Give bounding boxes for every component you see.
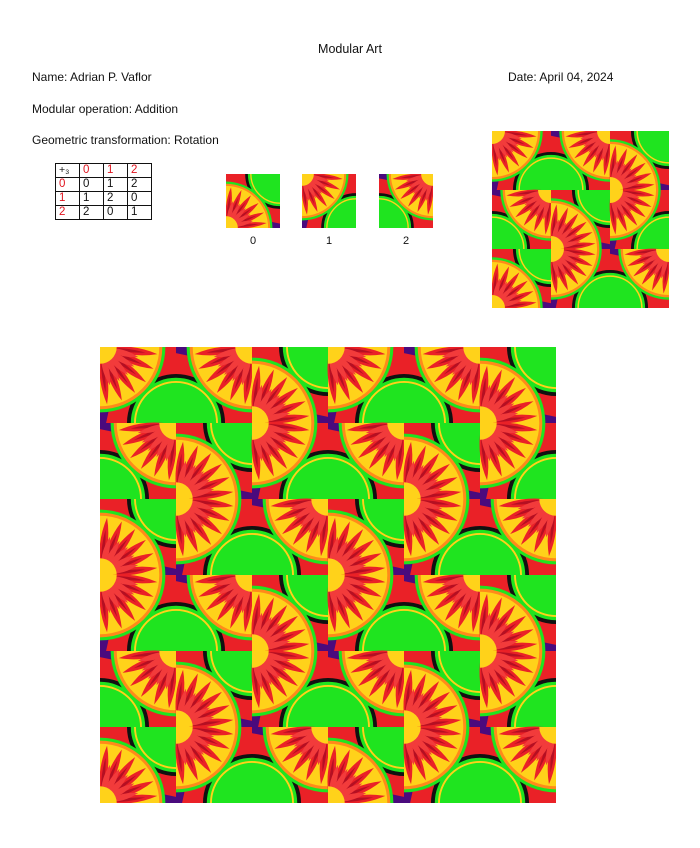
cayley-cell: 0: [79, 177, 104, 192]
cayley-row: 2 2 0 1: [55, 205, 152, 220]
cayley-cell: 1: [79, 191, 104, 206]
cayley-col-header: 0: [79, 163, 104, 178]
date-text: Date: April 04, 2024: [508, 70, 614, 84]
tile-label-2: 2: [402, 235, 410, 247]
modular-operation-text: Modular operation: Addition: [32, 102, 179, 116]
pattern-preview: [492, 131, 669, 308]
cayley-cell: 2: [79, 205, 104, 220]
cayley-row: 1 1 2 0: [55, 191, 152, 206]
cayley-cell: 1: [103, 177, 128, 192]
tile-0-art: [226, 174, 280, 228]
cayley-cell: 2: [127, 177, 152, 192]
cayley-cell: 0: [127, 191, 152, 206]
page-title: Modular Art: [318, 42, 382, 56]
tile-1: [302, 174, 356, 228]
tile-1-art: [302, 174, 356, 228]
tile-label-1: 1: [325, 235, 333, 247]
author-name: Name: Adrian P. Vaflor: [32, 70, 152, 84]
cayley-row: 0 0 1 2: [55, 177, 152, 192]
tile-label-0: 0: [249, 235, 257, 247]
cayley-cell: 0: [103, 205, 128, 220]
cayley-cell: 2: [103, 191, 128, 206]
modular-artwork: [100, 347, 556, 803]
cayley-row-header: 0: [55, 177, 80, 192]
cayley-operator: +₃: [55, 163, 80, 178]
geometric-transformation-text: Geometric transformation: Rotation: [32, 133, 219, 147]
cayley-col-header: 1: [103, 163, 128, 178]
cayley-cell: 1: [127, 205, 152, 220]
tile-0: [226, 174, 280, 228]
cayley-col-header: 2: [127, 163, 152, 178]
cayley-row-header: 2: [55, 205, 80, 220]
cayley-header-row: +₃ 0 1 2: [55, 163, 152, 178]
cayley-table: +₃ 0 1 2 0 0 1 2 1 1 2 0 2 2 0 1: [55, 163, 152, 220]
tile-2-art: [379, 174, 433, 228]
tile-2: [379, 174, 433, 228]
cayley-row-header: 1: [55, 191, 80, 206]
